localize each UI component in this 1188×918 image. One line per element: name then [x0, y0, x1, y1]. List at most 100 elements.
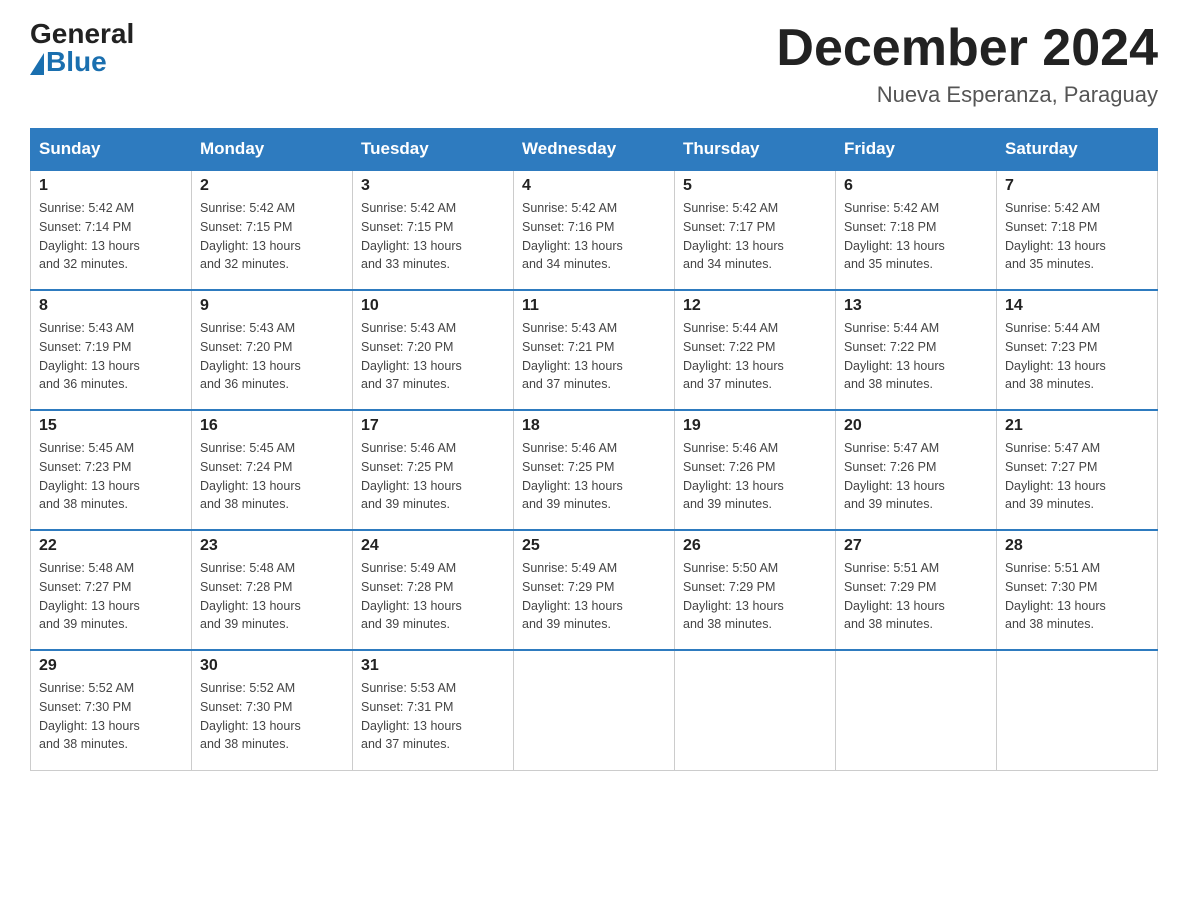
calendar-row: 29 Sunrise: 5:52 AMSunset: 7:30 PMDaylig…	[31, 650, 1158, 770]
day-number: 22	[39, 537, 183, 555]
day-detail: Sunrise: 5:42 AMSunset: 7:15 PMDaylight:…	[361, 201, 462, 271]
calendar-cell: 10 Sunrise: 5:43 AMSunset: 7:20 PMDaylig…	[353, 290, 514, 410]
day-number: 27	[844, 537, 988, 555]
day-number: 5	[683, 177, 827, 195]
calendar-cell: 6 Sunrise: 5:42 AMSunset: 7:18 PMDayligh…	[836, 170, 997, 290]
calendar-cell: 9 Sunrise: 5:43 AMSunset: 7:20 PMDayligh…	[192, 290, 353, 410]
calendar-cell	[514, 650, 675, 770]
day-number: 6	[844, 177, 988, 195]
day-number: 13	[844, 297, 988, 315]
day-detail: Sunrise: 5:47 AMSunset: 7:27 PMDaylight:…	[1005, 441, 1106, 511]
day-detail: Sunrise: 5:52 AMSunset: 7:30 PMDaylight:…	[39, 681, 140, 751]
day-detail: Sunrise: 5:53 AMSunset: 7:31 PMDaylight:…	[361, 681, 462, 751]
calendar-cell	[675, 650, 836, 770]
calendar-cell: 20 Sunrise: 5:47 AMSunset: 7:26 PMDaylig…	[836, 410, 997, 530]
calendar-cell: 2 Sunrise: 5:42 AMSunset: 7:15 PMDayligh…	[192, 170, 353, 290]
day-number: 30	[200, 657, 344, 675]
calendar-cell: 1 Sunrise: 5:42 AMSunset: 7:14 PMDayligh…	[31, 170, 192, 290]
day-number: 1	[39, 177, 183, 195]
day-number: 17	[361, 417, 505, 435]
day-detail: Sunrise: 5:48 AMSunset: 7:28 PMDaylight:…	[200, 561, 301, 631]
day-detail: Sunrise: 5:43 AMSunset: 7:20 PMDaylight:…	[200, 321, 301, 391]
logo-general-text: General	[30, 20, 134, 48]
day-detail: Sunrise: 5:42 AMSunset: 7:17 PMDaylight:…	[683, 201, 784, 271]
day-number: 3	[361, 177, 505, 195]
day-number: 2	[200, 177, 344, 195]
calendar-cell: 30 Sunrise: 5:52 AMSunset: 7:30 PMDaylig…	[192, 650, 353, 770]
day-detail: Sunrise: 5:51 AMSunset: 7:30 PMDaylight:…	[1005, 561, 1106, 631]
day-number: 9	[200, 297, 344, 315]
day-detail: Sunrise: 5:46 AMSunset: 7:25 PMDaylight:…	[361, 441, 462, 511]
day-number: 10	[361, 297, 505, 315]
calendar-row: 1 Sunrise: 5:42 AMSunset: 7:14 PMDayligh…	[31, 170, 1158, 290]
day-detail: Sunrise: 5:43 AMSunset: 7:21 PMDaylight:…	[522, 321, 623, 391]
day-number: 26	[683, 537, 827, 555]
header-monday: Monday	[192, 129, 353, 171]
calendar-body: 1 Sunrise: 5:42 AMSunset: 7:14 PMDayligh…	[31, 170, 1158, 770]
calendar-cell	[836, 650, 997, 770]
day-detail: Sunrise: 5:51 AMSunset: 7:29 PMDaylight:…	[844, 561, 945, 631]
logo-triangle-icon	[30, 53, 44, 75]
day-number: 15	[39, 417, 183, 435]
calendar-cell: 16 Sunrise: 5:45 AMSunset: 7:24 PMDaylig…	[192, 410, 353, 530]
day-detail: Sunrise: 5:49 AMSunset: 7:28 PMDaylight:…	[361, 561, 462, 631]
day-detail: Sunrise: 5:42 AMSunset: 7:18 PMDaylight:…	[844, 201, 945, 271]
calendar-cell: 7 Sunrise: 5:42 AMSunset: 7:18 PMDayligh…	[997, 170, 1158, 290]
day-detail: Sunrise: 5:44 AMSunset: 7:22 PMDaylight:…	[683, 321, 784, 391]
day-number: 18	[522, 417, 666, 435]
calendar-table: SundayMondayTuesdayWednesdayThursdayFrid…	[30, 128, 1158, 771]
calendar-cell: 26 Sunrise: 5:50 AMSunset: 7:29 PMDaylig…	[675, 530, 836, 650]
day-number: 8	[39, 297, 183, 315]
calendar-cell: 31 Sunrise: 5:53 AMSunset: 7:31 PMDaylig…	[353, 650, 514, 770]
calendar-cell: 17 Sunrise: 5:46 AMSunset: 7:25 PMDaylig…	[353, 410, 514, 530]
header-thursday: Thursday	[675, 129, 836, 171]
day-number: 7	[1005, 177, 1149, 195]
calendar-cell: 27 Sunrise: 5:51 AMSunset: 7:29 PMDaylig…	[836, 530, 997, 650]
title-block: December 2024 Nueva Esperanza, Paraguay	[776, 20, 1158, 108]
day-number: 31	[361, 657, 505, 675]
calendar-cell: 19 Sunrise: 5:46 AMSunset: 7:26 PMDaylig…	[675, 410, 836, 530]
day-number: 25	[522, 537, 666, 555]
day-number: 24	[361, 537, 505, 555]
calendar-cell: 12 Sunrise: 5:44 AMSunset: 7:22 PMDaylig…	[675, 290, 836, 410]
day-detail: Sunrise: 5:43 AMSunset: 7:20 PMDaylight:…	[361, 321, 462, 391]
calendar-cell: 18 Sunrise: 5:46 AMSunset: 7:25 PMDaylig…	[514, 410, 675, 530]
logo: General Blue	[30, 20, 134, 76]
header-sunday: Sunday	[31, 129, 192, 171]
header-row: SundayMondayTuesdayWednesdayThursdayFrid…	[31, 129, 1158, 171]
calendar-cell: 4 Sunrise: 5:42 AMSunset: 7:16 PMDayligh…	[514, 170, 675, 290]
header-wednesday: Wednesday	[514, 129, 675, 171]
day-detail: Sunrise: 5:42 AMSunset: 7:15 PMDaylight:…	[200, 201, 301, 271]
calendar-cell: 5 Sunrise: 5:42 AMSunset: 7:17 PMDayligh…	[675, 170, 836, 290]
calendar-cell: 28 Sunrise: 5:51 AMSunset: 7:30 PMDaylig…	[997, 530, 1158, 650]
logo-blue-text: Blue	[30, 48, 107, 76]
day-number: 23	[200, 537, 344, 555]
month-title: December 2024	[776, 20, 1158, 77]
day-detail: Sunrise: 5:42 AMSunset: 7:14 PMDaylight:…	[39, 201, 140, 271]
calendar-cell: 13 Sunrise: 5:44 AMSunset: 7:22 PMDaylig…	[836, 290, 997, 410]
day-detail: Sunrise: 5:45 AMSunset: 7:23 PMDaylight:…	[39, 441, 140, 511]
calendar-header: SundayMondayTuesdayWednesdayThursdayFrid…	[31, 129, 1158, 171]
calendar-cell: 11 Sunrise: 5:43 AMSunset: 7:21 PMDaylig…	[514, 290, 675, 410]
calendar-cell: 22 Sunrise: 5:48 AMSunset: 7:27 PMDaylig…	[31, 530, 192, 650]
location-subtitle: Nueva Esperanza, Paraguay	[776, 82, 1158, 108]
day-number: 19	[683, 417, 827, 435]
day-number: 11	[522, 297, 666, 315]
day-number: 21	[1005, 417, 1149, 435]
day-detail: Sunrise: 5:42 AMSunset: 7:18 PMDaylight:…	[1005, 201, 1106, 271]
calendar-cell: 8 Sunrise: 5:43 AMSunset: 7:19 PMDayligh…	[31, 290, 192, 410]
day-number: 28	[1005, 537, 1149, 555]
calendar-cell: 3 Sunrise: 5:42 AMSunset: 7:15 PMDayligh…	[353, 170, 514, 290]
calendar-row: 15 Sunrise: 5:45 AMSunset: 7:23 PMDaylig…	[31, 410, 1158, 530]
header-saturday: Saturday	[997, 129, 1158, 171]
calendar-cell: 14 Sunrise: 5:44 AMSunset: 7:23 PMDaylig…	[997, 290, 1158, 410]
calendar-row: 8 Sunrise: 5:43 AMSunset: 7:19 PMDayligh…	[31, 290, 1158, 410]
day-number: 29	[39, 657, 183, 675]
day-detail: Sunrise: 5:48 AMSunset: 7:27 PMDaylight:…	[39, 561, 140, 631]
day-number: 4	[522, 177, 666, 195]
day-detail: Sunrise: 5:44 AMSunset: 7:22 PMDaylight:…	[844, 321, 945, 391]
calendar-cell: 24 Sunrise: 5:49 AMSunset: 7:28 PMDaylig…	[353, 530, 514, 650]
calendar-cell: 29 Sunrise: 5:52 AMSunset: 7:30 PMDaylig…	[31, 650, 192, 770]
day-detail: Sunrise: 5:47 AMSunset: 7:26 PMDaylight:…	[844, 441, 945, 511]
day-detail: Sunrise: 5:45 AMSunset: 7:24 PMDaylight:…	[200, 441, 301, 511]
